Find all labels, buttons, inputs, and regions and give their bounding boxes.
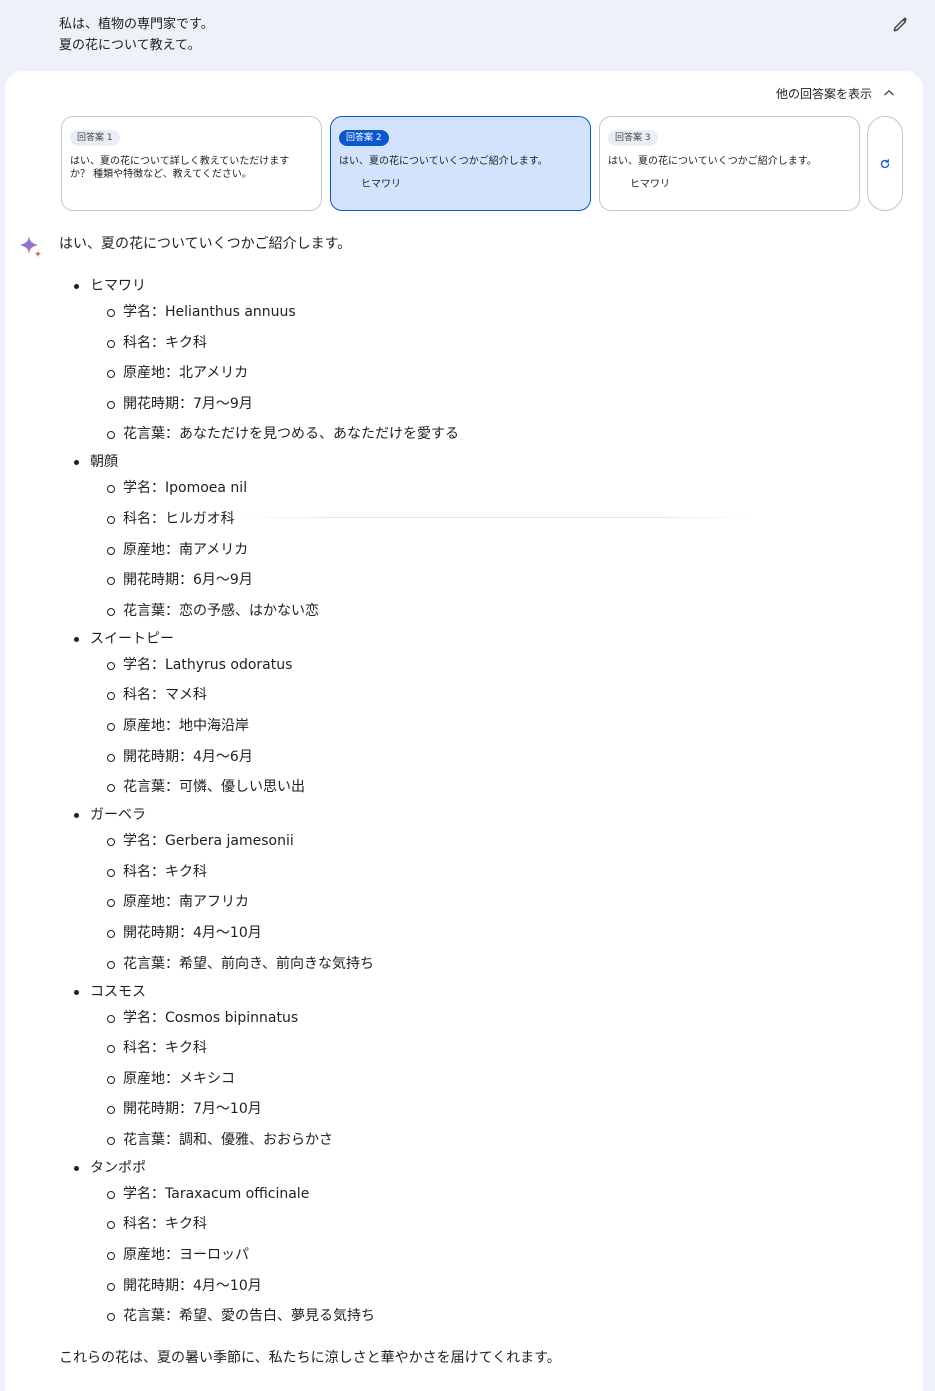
flower-item: タンポポ学名：Taraxacum officinale 科名：キク科 原産地：ヨーロ… (59, 1157, 889, 1327)
flower-property: 開花時期：7月～9月 (59, 393, 889, 415)
flower-property: 学名：Gerbera jamesonii (59, 830, 889, 852)
refresh-icon (880, 158, 890, 168)
flower-list: ヒマワリ学名：Helianthus annuus 科名：キク科 原産地：北アメリカ開… (59, 275, 889, 1327)
flower-properties: 学名：Ipomoea nil 科名：ヒルガオ科 原産地：南アメリカ 開花時期：6月～9… (59, 477, 889, 621)
flower-property: 科名：マメ科 (59, 684, 889, 706)
flower-property: 花言葉：あなただけを見つめる、あなただけを愛する (59, 423, 889, 445)
flower-item: 朝顔学名：Ipomoea nil 科名：ヒルガオ科 原産地：南アメリカ 開花時期：6月… (59, 451, 889, 621)
flower-property: 開花時期：7月～10月 (59, 1098, 889, 1120)
response-intro: はい、夏の花についていくつかご紹介します。 (59, 236, 352, 252)
draft-badge: 回答案 1 (70, 130, 120, 146)
draft-card-1[interactable]: 回答案 1 はい、夏の花について詳しく教えていただけますか？ 種類や特徴など、教… (61, 116, 322, 211)
show-other-drafts-button[interactable]: 他の回答案を表示 (776, 84, 896, 102)
flower-properties: 学名：Helianthus annuus 科名：キク科 原産地：北アメリカ 開花時期：… (59, 301, 889, 445)
draft-list: 回答案 1 はい、夏の花について詳しく教えていただけますか？ 種類や特徴など、教… (61, 116, 911, 211)
flower-property: 原産地：北アメリカ (59, 362, 889, 384)
show-other-drafts-label: 他の回答案を表示 (775, 86, 872, 101)
flower-property: 花言葉：恋の予感、はかない恋 (59, 600, 889, 622)
flower-property: 原産地：ヨーロッパ (59, 1244, 889, 1266)
flower-property: 学名：Taraxacum officinale (59, 1183, 889, 1205)
flower-property: 花言葉：希望、前向き、前向きな気持ち (59, 953, 889, 975)
response-body: はい、夏の花についていくつかご紹介します。 ヒマワリ学名：Helianthus … (59, 233, 889, 1369)
flower-name: スイートピー (59, 628, 889, 650)
draft-preview-text: はい、夏の花についていくつかご紹介します。 (608, 156, 817, 167)
flower-property: 学名：Ipomoea nil (59, 477, 889, 499)
response-panel: 他の回答案を表示 回答案 1 はい、夏の花について詳しく教えていただけますか？ … (5, 71, 923, 1391)
flower-property: 開花時期：4月～10月 (59, 922, 889, 944)
flower-properties: 学名：Gerbera jamesonii 科名：キク科 原産地：南アフリカ 開花時期：… (59, 830, 889, 974)
flower-property: 原産地：メキシコ (59, 1068, 889, 1090)
flower-property: 花言葉：希望、愛の告白、夢見る気持ち (59, 1305, 889, 1327)
draft-preview-text: はい、夏の花についていくつかご紹介します。 (339, 156, 548, 167)
flower-item: ヒマワリ学名：Helianthus annuus 科名：キク科 原産地：北アメリカ開… (59, 275, 889, 445)
flower-property: 花言葉：可憐、優しい思い出 (59, 776, 889, 798)
regenerate-drafts-button[interactable] (867, 116, 903, 211)
chevron-up-icon (884, 90, 894, 96)
sparkle-icon (20, 236, 42, 258)
pencil-icon (893, 17, 907, 32)
flower-property: 原産地：南アフリカ (59, 891, 889, 913)
flower-property: 科名：キク科 (59, 1213, 889, 1235)
draft-preview-bullet: ヒマワリ (630, 179, 670, 190)
flower-property: 学名：Cosmos bipinnatus (59, 1007, 889, 1029)
flower-property: 科名：ヒルガオ科 (59, 508, 889, 530)
draft-preview-text: はい、夏の花について詳しく教えていただけますか？ 種類や特徴など、教えてください… (70, 156, 290, 180)
flower-name: コスモス (59, 981, 889, 1003)
flower-properties: 学名：Lathyrus odoratus 科名：マメ科 原産地：地中海沿岸 開花時期：… (59, 654, 889, 798)
flower-property: 花言葉：調和、優雅、おおらかさ (59, 1129, 889, 1151)
user-prompt: 私は、植物の専門家です。 夏の花について教えて。 (59, 14, 859, 56)
prompt-line-1: 私は、植物の専門家です。 (59, 17, 214, 32)
flower-name: ガーベラ (59, 804, 889, 826)
flower-property: 科名：キク科 (59, 861, 889, 883)
flower-name: ヒマワリ (59, 275, 889, 297)
flower-property: 原産地：南アメリカ (59, 539, 889, 561)
edit-prompt-button[interactable] (890, 13, 912, 35)
flower-property: 原産地：地中海沿岸 (59, 715, 889, 737)
flower-name: 朝顔 (59, 451, 889, 473)
response-outro: これらの花は、夏の暑い季節に、私たちに涼しさと華やかさを届けてくれます。 (59, 1350, 561, 1367)
draft-preview-bullet: ヒマワリ (361, 179, 401, 190)
flower-property: 開花時期：4月～6月 (59, 746, 889, 768)
flower-properties: 学名：Taraxacum officinale 科名：キク科 原産地：ヨーロッパ 開花… (59, 1183, 889, 1327)
flower-property: 科名：キク科 (59, 1037, 889, 1059)
flower-item: コスモス学名：Cosmos bipinnatus 科名：キク科 原産地：メキシコ 開花… (59, 981, 889, 1151)
flower-property: 科名：キク科 (59, 332, 889, 354)
flower-item: スイートピー 学名：Lathyrus odoratus 科名：マメ科 原産地：地中海沿… (59, 628, 889, 798)
draft-card-3[interactable]: 回答案 3 はい、夏の花についていくつかご紹介します。 ヒマワリ (599, 116, 860, 211)
flower-property: 開花時期：4月～10月 (59, 1275, 889, 1297)
flower-properties: 学名：Cosmos bipinnatus 科名：キク科 原産地：メキシコ 開花時期：7… (59, 1007, 889, 1151)
flower-property: 学名：Lathyrus odoratus (59, 654, 889, 676)
flower-property: 学名：Helianthus annuus (59, 301, 889, 323)
flower-property: 開花時期：6月～9月 (59, 569, 889, 591)
flower-name: タンポポ (59, 1157, 889, 1179)
prompt-line-2: 夏の花について教えて。 (59, 38, 201, 53)
draft-card-2[interactable]: 回答案 2 はい、夏の花についていくつかご紹介します。 ヒマワリ (330, 116, 591, 211)
flower-item: ガーベラ学名：Gerbera jamesonii 科名：キク科 原産地：南アフリカ開… (59, 804, 889, 974)
draft-badge: 回答案 3 (608, 130, 658, 146)
draft-badge: 回答案 2 (339, 130, 389, 146)
